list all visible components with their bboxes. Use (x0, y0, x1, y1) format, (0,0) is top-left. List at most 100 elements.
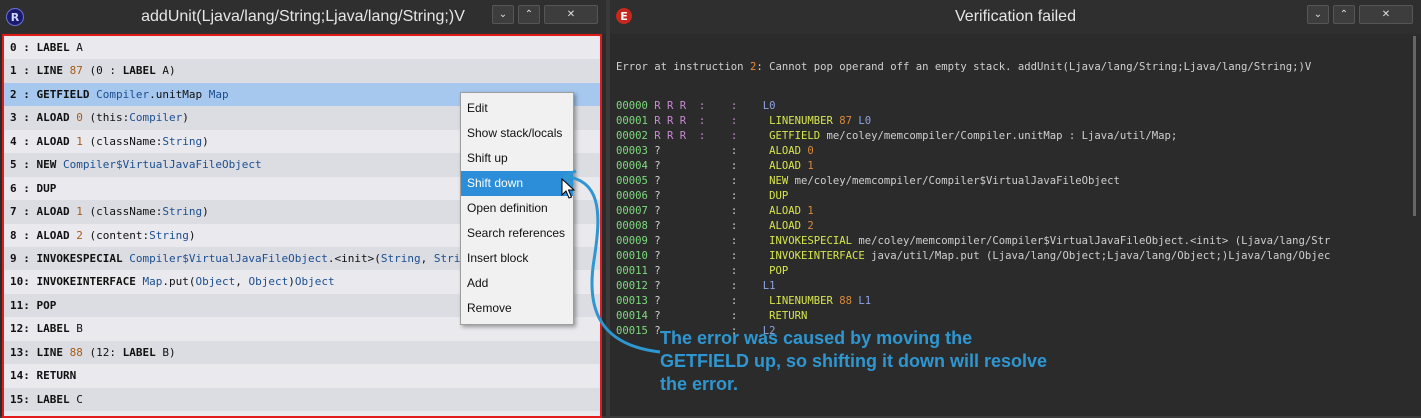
maximize-button[interactable]: ⌃ (518, 5, 540, 24)
instruction-operand: ) (288, 275, 295, 289)
menu-item-shift-up[interactable]: Shift up (461, 146, 573, 171)
instruction-index: 14: (10, 369, 37, 383)
menu-item-shift-down[interactable]: Shift down (461, 171, 573, 196)
instruction-operand: 2 (76, 228, 83, 242)
menu-item-insert-block[interactable]: Insert block (461, 246, 573, 271)
instruction-operand: ) (182, 111, 189, 125)
instruction-operand: Compiler (129, 111, 183, 125)
instruction-operand: Map (142, 275, 163, 289)
instruction-operand: .unitMap (149, 87, 209, 101)
vertical-scrollbar[interactable] (1413, 36, 1416, 412)
error-icon: E (616, 8, 632, 24)
output-line: 00013 ? : LINENUMBER 88 L1 (616, 294, 1416, 309)
title-bar[interactable]: R addUnit(Ljava/lang/String;Ljava/lang/S… (0, 0, 606, 34)
window-controls: ⌄ ⌃ ✕ (1307, 5, 1413, 24)
menu-item-search-references[interactable]: Search references (461, 221, 573, 246)
menu-item-open-definition[interactable]: Open definition (461, 196, 573, 221)
output-line: 00005 ? : NEW me/coley/memcompiler/Compi… (616, 174, 1416, 189)
instruction-opcode: RETURN (36, 369, 77, 383)
output-line: 00001 R R R : : LINENUMBER 87 L0 (616, 114, 1416, 129)
instruction-operand: Compiler$VirtualJavaFileObject (129, 251, 328, 265)
line-code: ALOAD (737, 205, 808, 217)
instruction-row[interactable]: 1 : LINE 87 (0 : LABEL A) (4, 59, 600, 83)
instruction-index: 5 : (10, 158, 37, 172)
error-message: Error at instruction 2: Cannot pop opera… (616, 60, 1416, 75)
output-line: 00007 ? : ALOAD 1 (616, 204, 1416, 219)
instruction-operand: , (420, 251, 434, 265)
instruction-operand: Map (208, 87, 229, 101)
frame-state: R R R : : (654, 100, 738, 112)
minimize-button[interactable]: ⌄ (1307, 5, 1329, 24)
instruction-opcode: ALOAD (36, 111, 77, 125)
menu-item-add[interactable]: Add (461, 271, 573, 296)
line-code: me/coley/memcompiler/Compiler.unitMap : … (826, 130, 1178, 142)
output-line: 00010 ? : INVOKEINTERFACE java/util/Map.… (616, 249, 1416, 264)
instruction-row[interactable]: 14: RETURN (4, 364, 600, 387)
error-suffix: : Cannot pop operand off an empty stack.… (756, 61, 1312, 73)
instruction-index: 0 : (10, 41, 37, 54)
instruction-operand: A) (155, 64, 176, 78)
window-controls: ⌄ ⌃ ✕ (492, 5, 598, 24)
scrollbar-thumb[interactable] (1413, 36, 1416, 216)
instruction-operand: ) (188, 228, 196, 242)
output-line: 00011 ? : POP (616, 264, 1416, 279)
line-code: NEW (737, 175, 795, 187)
instruction-operand: (this: (82, 111, 130, 125)
close-button[interactable]: ✕ (1359, 5, 1413, 24)
line-code: 88 (839, 295, 853, 307)
menu-item-edit[interactable]: Edit (461, 96, 573, 121)
instruction-operand: ) (202, 134, 209, 148)
instruction-opcode: INVOKEINTERFACE (36, 275, 143, 289)
instruction-index: 6 : (10, 181, 37, 195)
instruction-operand: (12: (82, 345, 123, 359)
line-code: POP (737, 265, 789, 277)
instruction-operand: A (76, 41, 83, 54)
instruction-row[interactable]: 0 : LABEL A (4, 36, 600, 59)
output-line: 00009 ? : INVOKESPECIAL me/coley/memcomp… (616, 234, 1416, 249)
annotation-arrow-icon (562, 169, 661, 354)
instruction-operand: String (162, 205, 203, 219)
instruction-row[interactable]: 13: LINE 88 (12: LABEL B) (4, 340, 600, 365)
menu-item-show-stack-locals[interactable]: Show stack/locals (461, 121, 573, 146)
output-line: 00000 R R R : : L0 (616, 99, 1416, 114)
instruction-operand: Compiler (96, 87, 150, 101)
line-code: GETFIELD (737, 130, 827, 142)
instruction-index: 8 : (10, 228, 37, 242)
instruction-opcode: LABEL (36, 322, 77, 336)
maximize-button[interactable]: ⌃ (1333, 5, 1355, 24)
line-number: 00003 (616, 145, 655, 157)
menu-item-remove[interactable]: Remove (461, 296, 573, 321)
line-code: 2 (807, 220, 814, 232)
close-button[interactable]: ✕ (544, 5, 598, 24)
instruction-index: 1 : (10, 64, 37, 78)
instruction-operand: B) (155, 345, 176, 359)
line-code: me/coley/memcompiler/Compiler$VirtualJav… (858, 235, 1331, 247)
line-code: 87 (839, 115, 853, 127)
line-code: INVOKESPECIAL (737, 235, 859, 247)
line-code: INVOKEINTERFACE (737, 250, 872, 262)
minimize-button[interactable]: ⌄ (492, 5, 514, 24)
instruction-operand: String (162, 134, 203, 148)
line-number: 00002 (616, 130, 655, 142)
output-line: 00004 ? : ALOAD 1 (616, 159, 1416, 174)
frame-state: ? : (654, 145, 738, 157)
instruction-index: 4 : (10, 134, 37, 148)
title-bar[interactable]: E Verification failed ⌄ ⌃ ✕ (610, 0, 1421, 34)
instruction-opcode: LABEL (36, 392, 77, 406)
output-line: 00008 ? : ALOAD 2 (616, 219, 1416, 234)
window-title: addUnit(Ljava/lang/String;Ljava/lang/Str… (141, 8, 465, 25)
instruction-operand: B (76, 322, 83, 336)
instruction-operand: 1 (76, 205, 83, 219)
line-code: L0 (737, 100, 776, 112)
instruction-index: 9 : (10, 251, 37, 265)
instruction-operand: 88 (69, 345, 83, 359)
instruction-opcode: POP (36, 298, 57, 312)
instruction-opcode: GETFIELD (36, 87, 97, 101)
instruction-operand: 1 (76, 134, 83, 148)
instruction-index: 3 : (10, 111, 37, 125)
instruction-operand: (content: (82, 228, 150, 242)
instruction-row[interactable]: 15: LABEL C (4, 387, 600, 411)
recaf-logo-icon: R (6, 8, 24, 26)
instruction-operand: LABEL (122, 345, 156, 359)
instruction-operand: Object (195, 275, 236, 289)
